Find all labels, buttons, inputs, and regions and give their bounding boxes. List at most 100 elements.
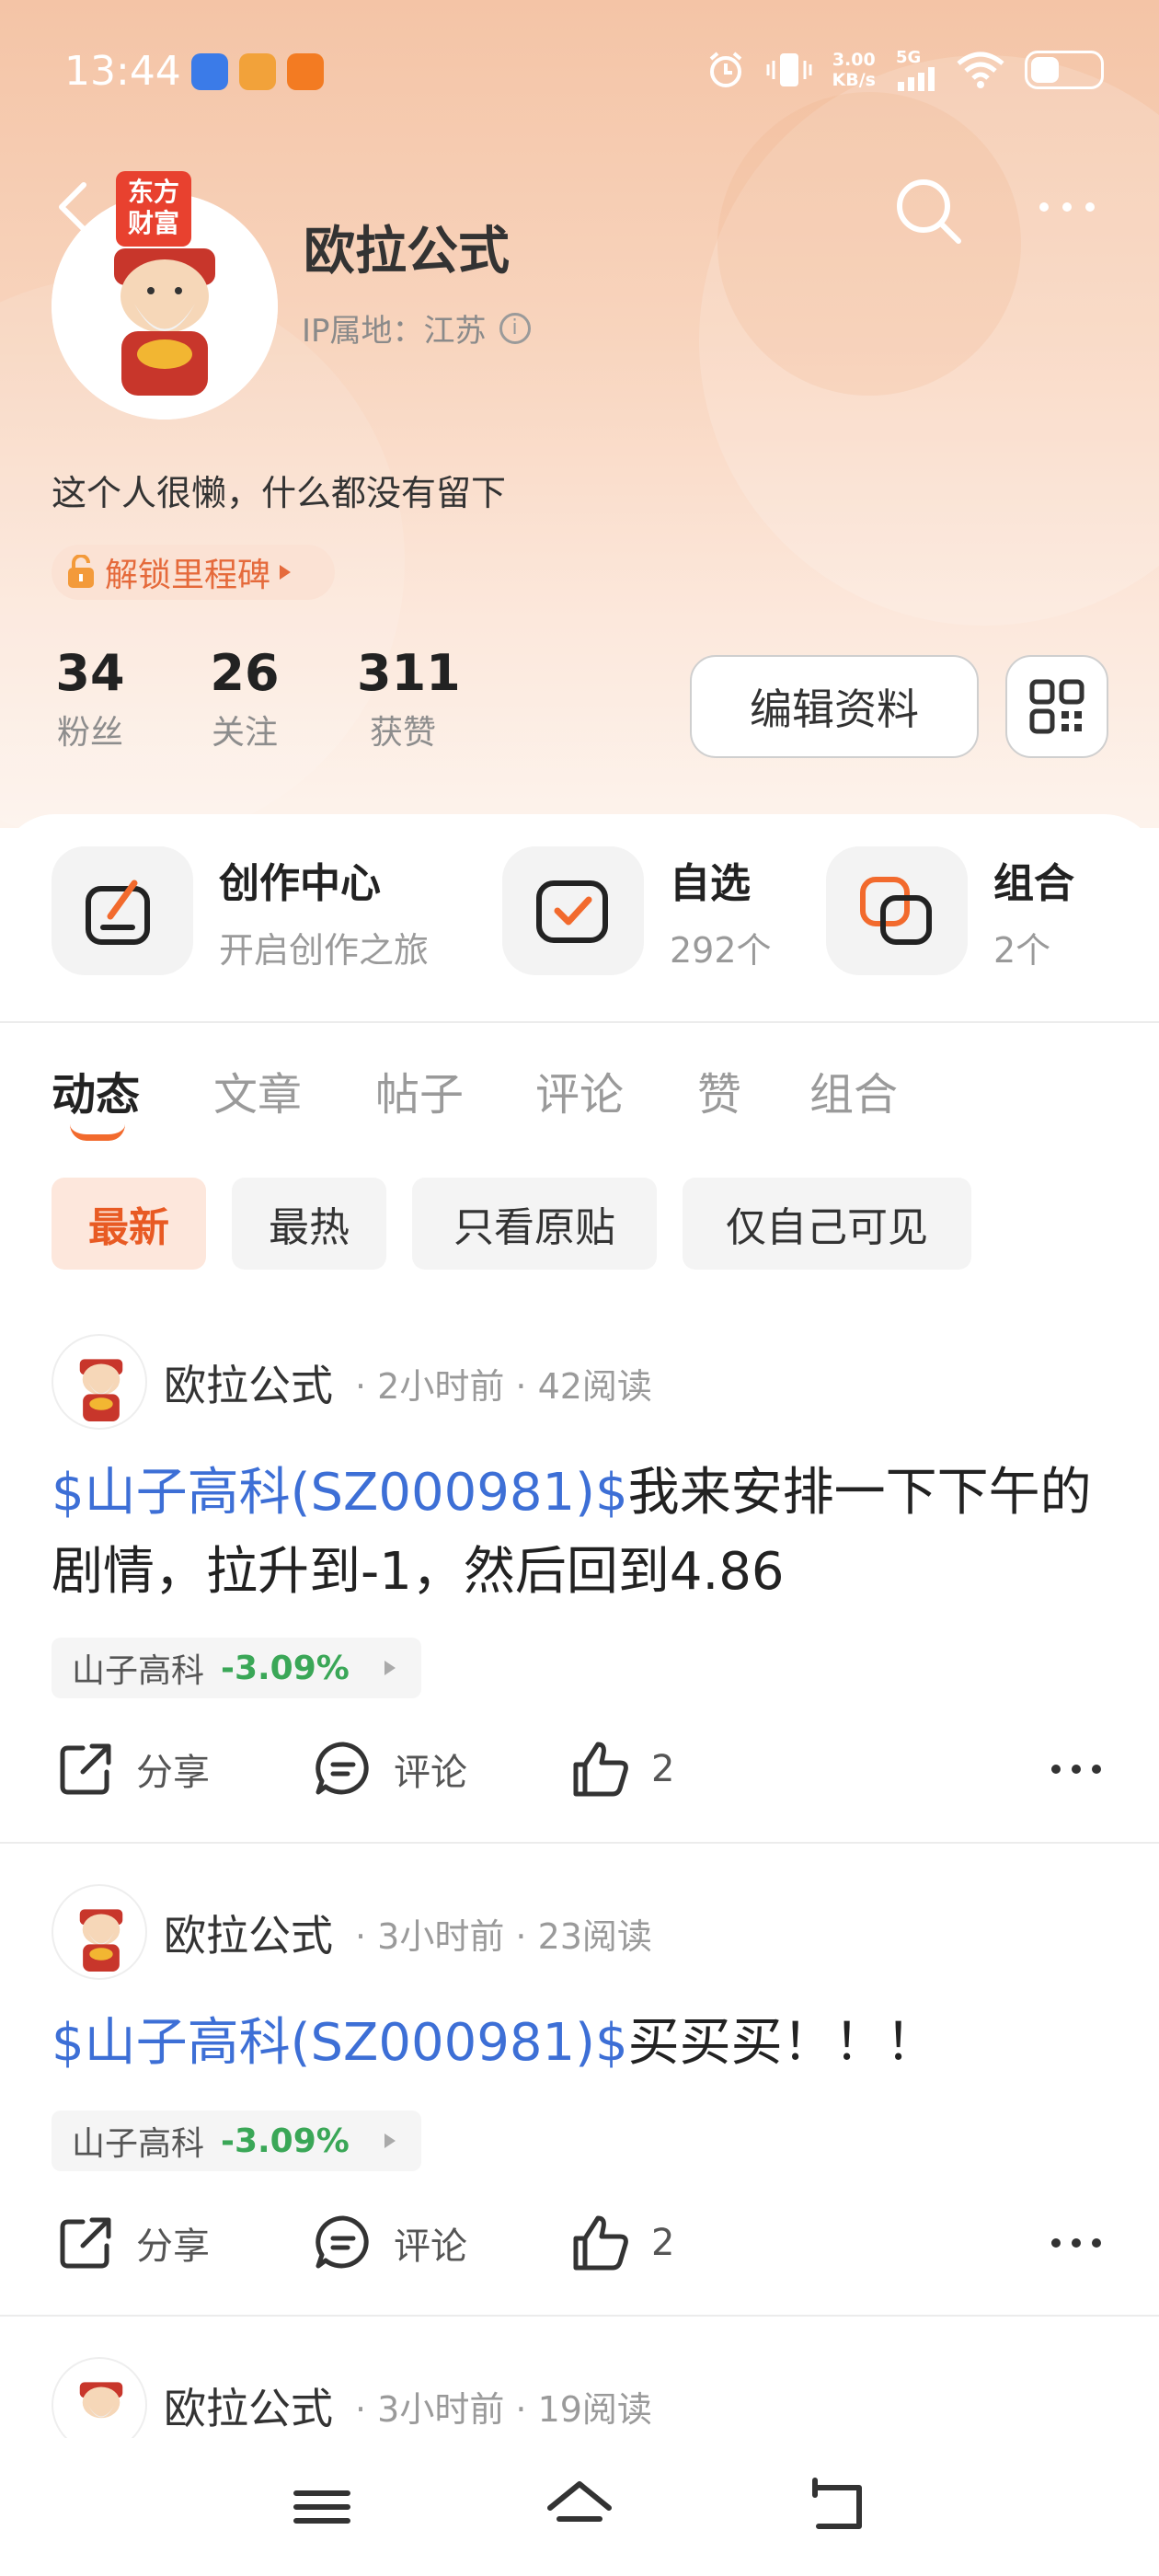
- stock-link[interactable]: $山子高科(SZ000981)$: [52, 1463, 628, 1523]
- network-type: 5G: [896, 48, 922, 67]
- post-author-name[interactable]: 欧拉公式: [164, 2375, 333, 2436]
- network-speed: 3.00 KB/s: [832, 50, 876, 90]
- feature-icon-box: [502, 846, 644, 975]
- divider: [0, 1021, 1159, 1023]
- god-of-wealth-avatar-icon: [79, 1909, 123, 1972]
- share-icon: [60, 2217, 111, 2269]
- post-content[interactable]: $山子高科(SZ000981)$我来安排一下下午的剧情，拉升到-1，然后回到4.…: [52, 1454, 1109, 1612]
- back-icon[interactable]: [800, 2475, 874, 2539]
- active-tab-indicator: [70, 1124, 125, 1141]
- divider: [0, 2315, 1159, 2317]
- app-notification-icon: [191, 53, 228, 90]
- post-more-icon[interactable]: [1049, 2229, 1104, 2257]
- filter-original-only[interactable]: 只看原贴: [412, 1178, 657, 1270]
- post-meta: · 3小时前 · 23阅读: [355, 1916, 652, 1957]
- tab-posts[interactable]: 帖子: [375, 1058, 464, 1122]
- tab-comments[interactable]: 评论: [535, 1058, 624, 1122]
- status-time: 13:44: [64, 48, 181, 95]
- comment-button[interactable]: 评论: [313, 1739, 467, 1800]
- stat-label: 获赞: [369, 714, 436, 752]
- chevron-right-icon: [384, 1661, 396, 1675]
- stat-value: 34: [55, 644, 125, 702]
- profile-bio: 这个人很懒，什么都没有留下: [52, 473, 507, 513]
- speed-value: 3.00: [832, 49, 876, 70]
- tab-portfolios[interactable]: 组合: [809, 1058, 898, 1122]
- comment-icon: [316, 1742, 369, 1795]
- ip-location-label: IP属地：江苏: [302, 313, 487, 350]
- stock-quote-chip[interactable]: 山子高科 -3.09%: [52, 2110, 421, 2171]
- post-author-avatar[interactable]: [52, 1334, 147, 1430]
- qr-code-icon: [1029, 679, 1084, 734]
- info-icon[interactable]: i: [499, 312, 531, 344]
- alarm-icon: [709, 51, 741, 87]
- qr-code-button[interactable]: [1005, 655, 1108, 758]
- share-icon: [60, 1743, 111, 1795]
- filter-latest[interactable]: 最新: [52, 1178, 206, 1270]
- speed-unit: KB/s: [832, 69, 876, 90]
- share-button[interactable]: 分享: [55, 2213, 210, 2273]
- app-notification-icon: [239, 53, 276, 90]
- battery-icon: [1025, 50, 1104, 89]
- stat-likes[interactable]: 311 获赞: [357, 644, 461, 753]
- stat-following[interactable]: 26 关注: [206, 644, 283, 753]
- feature-title: 组合: [993, 859, 1074, 907]
- status-bar: 13:44 3.00 KB/s 5G: [0, 0, 1159, 147]
- post-more-icon[interactable]: [1049, 1755, 1104, 1783]
- feature-icon-box: [52, 846, 193, 975]
- stock-name: 山子高科: [72, 2125, 205, 2163]
- search-icon[interactable]: [892, 175, 966, 248]
- profile-name: 欧拉公式: [304, 222, 510, 282]
- brand-logo-text: 东方 财富: [127, 177, 179, 238]
- post-author-name[interactable]: 欧拉公式: [164, 1352, 333, 1413]
- share-label: 分享: [136, 1752, 210, 1794]
- god-of-wealth-avatar-icon: [79, 1359, 123, 1422]
- post-author-avatar[interactable]: [52, 1884, 147, 1980]
- stock-change: -3.09%: [221, 2122, 350, 2160]
- stat-value: 311: [357, 644, 461, 702]
- post-content[interactable]: $山子高科(SZ000981)$买买买！！！: [52, 2004, 1109, 2083]
- edit-document-icon: [86, 880, 150, 945]
- ip-location: IP属地：江苏 i: [302, 305, 531, 351]
- share-button[interactable]: 分享: [55, 1739, 210, 1800]
- home-icon[interactable]: [543, 2475, 616, 2539]
- comment-icon: [316, 2215, 369, 2269]
- divider: [0, 1842, 1159, 1844]
- tab-likes[interactable]: 赞: [697, 1058, 741, 1122]
- app-notification-icon: [287, 53, 324, 90]
- tab-dynamics[interactable]: 动态: [52, 1058, 140, 1122]
- post-meta: · 3小时前 · 19阅读: [355, 2389, 652, 2430]
- milestone-label: 解锁里程碑: [105, 557, 271, 594]
- stat-value: 26: [210, 644, 280, 702]
- portfolio-icon: [860, 877, 932, 945]
- feature-subtitle: 开启创作之旅: [219, 929, 430, 971]
- tab-articles[interactable]: 文章: [213, 1058, 302, 1122]
- chevron-right-icon: [384, 2133, 396, 2148]
- portfolio-entry[interactable]: 组合 2个: [826, 846, 1074, 975]
- comment-label: 评论: [394, 1752, 467, 1794]
- feature-subtitle: 2个: [993, 929, 1051, 971]
- menu-icon[interactable]: [285, 2475, 359, 2539]
- watchlist-entry[interactable]: 自选 292个: [502, 846, 772, 975]
- checkbox-icon: [536, 880, 608, 943]
- unlock-milestone-button[interactable]: 解锁里程碑: [52, 545, 335, 600]
- status-right: 3.00 KB/s 5G: [706, 48, 1104, 91]
- like-button[interactable]: 2: [570, 1739, 674, 1800]
- more-options-icon[interactable]: [1035, 184, 1099, 230]
- stat-followers[interactable]: 34 粉丝: [52, 644, 129, 753]
- like-button[interactable]: 2: [570, 2213, 674, 2273]
- post-author-name[interactable]: 欧拉公式: [164, 1903, 333, 1963]
- post-body: 买买买！！！: [627, 2013, 937, 2073]
- filter-private-only[interactable]: 仅自己可见: [683, 1178, 971, 1270]
- signal-icon: [898, 67, 935, 91]
- lock-icon: [68, 555, 94, 588]
- feature-title: 自选: [670, 859, 751, 907]
- system-navigation-bar: [0, 2438, 1159, 2576]
- comment-button[interactable]: 评论: [313, 2213, 467, 2273]
- edit-profile-button[interactable]: 编辑资料: [690, 655, 979, 758]
- creator-center-entry[interactable]: 创作中心 开启创作之旅: [52, 846, 429, 975]
- brand-logo-badge: 东方 财富: [116, 171, 191, 247]
- filter-hottest[interactable]: 最热: [232, 1178, 386, 1270]
- stock-quote-chip[interactable]: 山子高科 -3.09%: [52, 1638, 421, 1698]
- vibrate-icon: [766, 52, 812, 86]
- stock-link[interactable]: $山子高科(SZ000981)$: [52, 2013, 628, 2073]
